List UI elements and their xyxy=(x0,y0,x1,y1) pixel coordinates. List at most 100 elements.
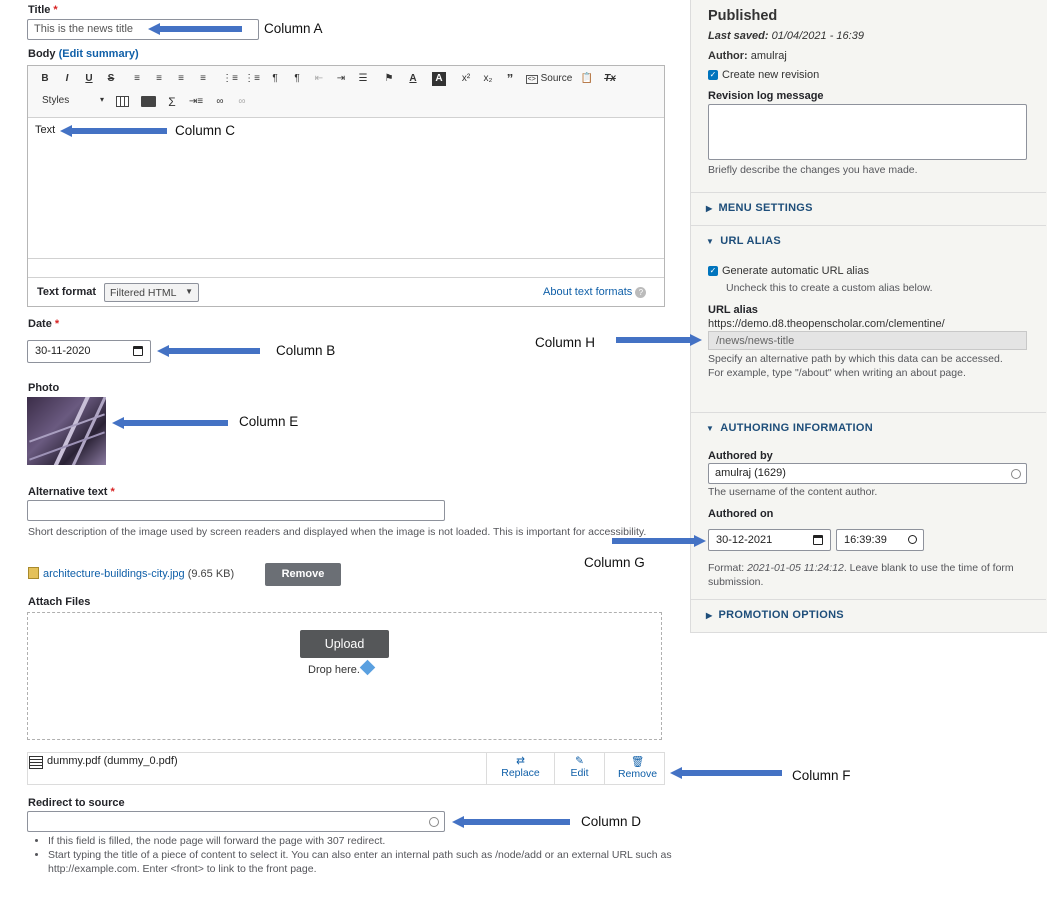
horizontal-rule-icon[interactable]: ☰ xyxy=(356,72,370,86)
styles-dropdown[interactable]: Styles ▾ xyxy=(38,95,106,109)
status-title: Published xyxy=(708,8,778,24)
underline-button[interactable]: U xyxy=(82,72,96,86)
arrow-b xyxy=(157,345,260,357)
text-format-select[interactable]: Filtered HTML ▼ xyxy=(104,283,199,302)
italic-button[interactable]: I xyxy=(60,72,74,86)
arrow-d xyxy=(452,816,570,828)
pencil-icon: ✎ xyxy=(575,755,584,767)
align-center-icon[interactable]: ≡ xyxy=(152,72,166,86)
numbered-list-icon[interactable]: ⋮≡ xyxy=(244,72,260,86)
auto-alias-description: Uncheck this to create a custom alias be… xyxy=(726,282,933,294)
paste-icon[interactable]: 📋 xyxy=(580,72,594,86)
trash-icon: 🗑 xyxy=(630,756,645,768)
redirect-input[interactable] xyxy=(27,811,445,832)
subscript-icon[interactable]: x₂ xyxy=(480,72,496,86)
authoring-info-toggle[interactable]: ▼ AUTHORING INFORMATION xyxy=(706,422,873,434)
swap-icon: ⇄ xyxy=(516,755,525,767)
uploaded-file: architecture-buildings-city.jpg (9.65 KB… xyxy=(43,568,235,580)
authored-by-input[interactable]: amulraj (1629) xyxy=(708,463,1027,484)
remove-image-button[interactable]: Remove xyxy=(265,563,341,586)
unlink-icon[interactable]: ∞ xyxy=(234,95,250,109)
remove-file-button[interactable]: 🗑 Remove xyxy=(605,755,670,780)
url-alias-toggle[interactable]: ▼ URL ALIAS xyxy=(706,235,781,247)
help-diamond-icon xyxy=(359,659,376,676)
edit-button[interactable]: ✎ Edit xyxy=(555,755,604,779)
authored-on-time-input[interactable]: 16:39:39 xyxy=(836,529,924,551)
upload-button[interactable]: Upload xyxy=(300,630,389,658)
url-prefix: https://demo.d8.theopenscholar.com/cleme… xyxy=(708,318,945,330)
bulleted-list-icon[interactable]: ⋮≡ xyxy=(222,72,238,86)
clock-icon[interactable] xyxy=(908,535,917,544)
superscript-icon[interactable]: x² xyxy=(458,72,474,86)
table-icon[interactable] xyxy=(116,96,129,107)
alt-text-description: Short description of the image used by s… xyxy=(28,526,647,538)
url-alias-input[interactable]: /news/news-title xyxy=(708,331,1027,350)
arrow-f xyxy=(670,767,782,779)
about-text-formats-link[interactable]: About text formats ? xyxy=(543,286,647,298)
checkbox-checked-icon[interactable]: ✓ xyxy=(708,70,718,81)
ltr-icon[interactable]: ¶ xyxy=(268,72,282,86)
source-button[interactable]: <> Source xyxy=(525,72,573,86)
checkbox-checked-icon[interactable]: ✓ xyxy=(708,266,718,277)
text-color-icon[interactable]: A xyxy=(404,72,422,86)
redirect-help-item: Start typing the title of a piece of con… xyxy=(48,848,688,876)
triangle-down-icon: ▼ xyxy=(706,424,715,433)
background-color-icon[interactable]: A xyxy=(432,72,446,86)
alt-text-input[interactable] xyxy=(27,500,445,521)
triangle-down-icon: ▼ xyxy=(706,237,715,246)
arrow-h xyxy=(616,334,702,346)
blockquote-icon[interactable]: ” xyxy=(502,72,518,86)
auto-alias-option[interactable]: ✓ Generate automatic URL alias xyxy=(708,265,869,277)
format-description: Format: 2021-01-05 11:24:12. Leave blank… xyxy=(708,562,1014,588)
annotation-column-f: Column F xyxy=(792,768,851,783)
outdent-icon[interactable]: ⇤ xyxy=(312,72,326,86)
divider xyxy=(690,225,1046,226)
align-left-icon[interactable]: ≡ xyxy=(130,72,144,86)
rtl-icon[interactable]: ¶ xyxy=(290,72,304,86)
alt-text-label: Alternative text * xyxy=(28,486,115,498)
link-icon[interactable]: ∞ xyxy=(212,95,228,109)
title-label: Title * xyxy=(28,4,58,16)
anchor-flag-icon[interactable]: ⚑ xyxy=(382,72,396,86)
annotation-column-d: Column D xyxy=(581,814,642,829)
attach-files-label: Attach Files xyxy=(28,596,91,608)
arrow-a xyxy=(148,23,242,35)
image-icon[interactable] xyxy=(141,96,156,107)
remove-format-icon[interactable]: Tx xyxy=(602,72,618,86)
triangle-right-icon: ▶ xyxy=(706,204,713,213)
arrow-c xyxy=(60,125,167,137)
promotion-options-toggle[interactable]: ▶ PROMOTION OPTIONS xyxy=(706,609,844,621)
calendar-icon[interactable] xyxy=(813,535,823,545)
menu-settings-toggle[interactable]: ▶ MENU SETTINGS xyxy=(706,202,813,214)
bold-button[interactable]: B xyxy=(38,72,52,86)
file-link[interactable]: architecture-buildings-city.jpg xyxy=(43,568,185,580)
strike-button[interactable]: S xyxy=(104,72,118,86)
photo-label: Photo xyxy=(28,382,60,394)
authored-on-date-input[interactable]: 30-12-2021 xyxy=(708,529,831,551)
align-right-icon[interactable]: ≡ xyxy=(174,72,188,86)
last-saved: Last saved: 01/04/2021 - 16:39 xyxy=(708,30,864,42)
annotation-column-h: Column H xyxy=(535,335,596,350)
autocomplete-icon xyxy=(429,817,439,827)
divider xyxy=(690,412,1046,413)
editor-content[interactable]: Text xyxy=(35,124,55,136)
edit-summary-link[interactable]: (Edit summary) xyxy=(59,48,139,60)
insert-list-icon[interactable]: ⇥≡ xyxy=(188,95,204,109)
indent-icon[interactable]: ⇥ xyxy=(334,72,348,86)
date-input[interactable]: 30-11-2020 xyxy=(27,340,151,363)
url-alias-label: URL alias xyxy=(708,304,758,316)
annotation-column-a: Column A xyxy=(264,21,323,36)
url-alias-description: Specify an alternative path by which thi… xyxy=(708,353,1003,379)
calendar-icon[interactable] xyxy=(133,346,143,356)
divider xyxy=(690,599,1046,600)
annotation-column-e: Column E xyxy=(239,414,299,429)
revision-log-textarea[interactable] xyxy=(708,104,1027,160)
document-icon xyxy=(29,756,43,769)
drop-here-text: Drop here. xyxy=(308,659,376,676)
align-justify-icon[interactable]: ≡ xyxy=(196,72,210,86)
sigma-icon[interactable]: Σ xyxy=(165,95,179,109)
arrow-e xyxy=(112,417,228,429)
new-revision-option[interactable]: ✓ Create new revision xyxy=(708,69,819,81)
replace-button[interactable]: ⇄ Replace xyxy=(487,755,554,779)
image-file-icon xyxy=(28,567,39,579)
